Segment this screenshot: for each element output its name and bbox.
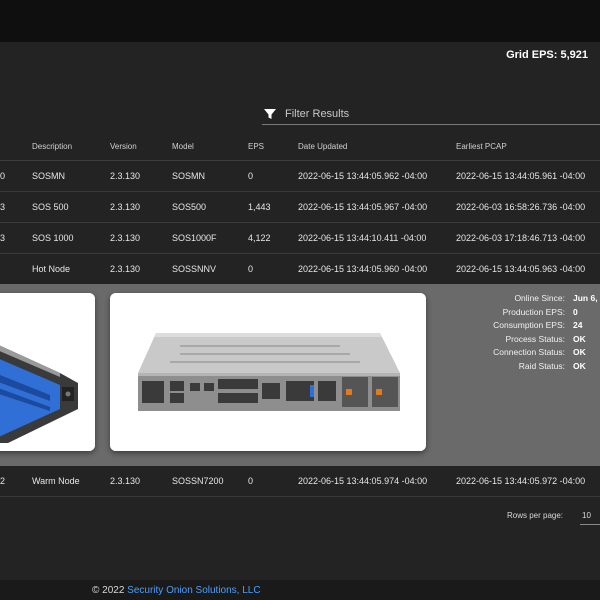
cell-eps: 0: [248, 171, 254, 181]
table-row[interactable]: 3 SOS 1000 2.3.130 SOS1000F 4,122 2022-0…: [0, 223, 600, 254]
server-front-icon: [0, 293, 95, 451]
stat-online-since: Online Since: Jun 6,: [514, 293, 598, 303]
filter-results-placeholder: Filter Results: [285, 108, 350, 120]
server-rear-icon: [110, 293, 426, 451]
column-header-model[interactable]: Model: [172, 142, 194, 151]
table-header: Description Version Model EPS Date Updat…: [0, 134, 600, 161]
cell-eps: 0: [248, 476, 254, 486]
table-row[interactable]: 2 Warm Node 2.3.130 SOSSN7200 0 2022-06-…: [0, 466, 600, 497]
appliance-front-image: [0, 293, 95, 451]
cell-model: SOS500: [172, 202, 207, 212]
rows-per-page-value: 10: [582, 511, 591, 520]
column-header-version[interactable]: Version: [110, 142, 137, 151]
cell-date-updated: 2022-06-15 13:44:05.974 -04:00: [298, 476, 428, 486]
cell-id: 3: [0, 202, 6, 212]
stat-consumption-eps: Consumption EPS: 24: [493, 320, 583, 330]
top-app-bar: [0, 0, 600, 42]
cell-id: 0: [0, 171, 6, 181]
cell-model: SOS1000F: [172, 233, 217, 243]
grid-eps-total: Grid EPS: 5,921: [506, 49, 588, 61]
cell-earliest-pcap: 2022-06-03 17:18:46.713 -04:00: [456, 233, 586, 243]
cell-version: 2.3.130: [110, 476, 141, 486]
column-header-description[interactable]: Description: [32, 142, 72, 151]
cell-earliest-pcap: 2022-06-15 13:44:05.963 -04:00: [456, 264, 586, 274]
cell-description: SOS 1000: [32, 233, 74, 243]
cell-earliest-pcap: 2022-06-15 13:44:05.972 -04:00: [456, 476, 586, 486]
node-details-panel: Online Since: Jun 6, Production EPS: 0 C…: [0, 284, 600, 466]
cell-eps: 0: [248, 264, 254, 274]
cell-description: Hot Node: [32, 264, 71, 274]
cell-version: 2.3.130: [110, 202, 141, 212]
cell-description: Warm Node: [32, 476, 80, 486]
filter-results-field[interactable]: Filter Results: [262, 104, 600, 125]
cell-earliest-pcap: 2022-06-15 13:44:05.961 -04:00: [456, 171, 586, 181]
cell-description: SOS 500: [32, 202, 69, 212]
cell-version: 2.3.130: [110, 171, 141, 181]
cell-date-updated: 2022-06-15 13:44:05.967 -04:00: [298, 202, 428, 212]
node-stats: Online Since: Jun 6, Production EPS: 0 C…: [430, 293, 600, 374]
cell-date-updated: 2022-06-15 13:44:05.960 -04:00: [298, 264, 428, 274]
footer: © 2022 Security Onion Solutions, LLC: [0, 580, 600, 600]
cell-model: SOSMN: [172, 171, 206, 181]
cell-id: 3: [0, 233, 6, 243]
cell-model: SOSSN7200: [172, 476, 224, 486]
cell-eps: 1,443: [248, 202, 271, 212]
stat-connection-status: Connection Status: OK: [493, 347, 586, 357]
cell-date-updated: 2022-06-15 13:44:05.962 -04:00: [298, 171, 428, 181]
cell-date-updated: 2022-06-15 13:44:10.411 -04:00: [298, 233, 427, 243]
cell-eps: 4,122: [248, 233, 271, 243]
cell-model: SOSSNNV: [172, 264, 217, 274]
appliance-rear-image: [110, 293, 426, 451]
cell-earliest-pcap: 2022-06-03 16:58:26.736 -04:00: [456, 202, 586, 212]
rows-per-page-label: Rows per page:: [507, 511, 564, 520]
company-link[interactable]: Security Onion Solutions, LLC: [127, 585, 260, 596]
table-row-expanded[interactable]: Hot Node 2.3.130 SOSSNNV 0 2022-06-15 13…: [0, 254, 600, 285]
table-row[interactable]: 3 SOS 500 2.3.130 SOS500 1,443 2022-06-1…: [0, 192, 600, 223]
rows-per-page-select[interactable]: 10: [580, 506, 600, 525]
column-header-eps[interactable]: EPS: [248, 142, 264, 151]
cell-version: 2.3.130: [110, 233, 141, 243]
footer-copyright: © 2022 Security Onion Solutions, LLC: [92, 585, 261, 596]
table-row[interactable]: 0 SOSMN 2.3.130 SOSMN 0 2022-06-15 13:44…: [0, 161, 600, 192]
column-header-earliest-pcap[interactable]: Earliest PCAP: [456, 142, 507, 151]
column-header-date-updated[interactable]: Date Updated: [298, 142, 347, 151]
cell-description: SOSMN: [32, 171, 66, 181]
cell-version: 2.3.130: [110, 264, 141, 274]
stat-process-status: Process Status: OK: [505, 333, 586, 344]
stat-production-eps: Production EPS: 0: [502, 306, 578, 317]
cell-id: 2: [0, 476, 6, 486]
filter-icon: [264, 109, 276, 119]
stat-raid-status: Raid Status: OK: [518, 360, 586, 371]
